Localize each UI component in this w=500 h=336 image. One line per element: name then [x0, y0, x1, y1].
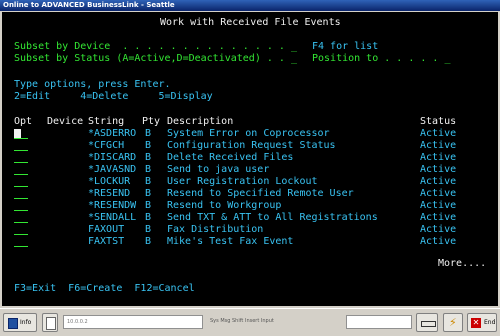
option-input[interactable] — [21, 189, 28, 199]
row-pty: B — [145, 224, 152, 235]
col-header-description: Description — [167, 116, 234, 127]
row-status: Active — [420, 200, 457, 211]
option-input[interactable] — [14, 237, 21, 247]
row-description: Resend to Workgroup — [167, 200, 282, 211]
option-input[interactable] — [21, 225, 28, 235]
option-input[interactable] — [14, 165, 21, 175]
option-input[interactable] — [21, 129, 28, 139]
row-status: Active — [420, 164, 457, 175]
row-pty: B — [145, 128, 152, 139]
keyboard-icon — [421, 321, 436, 327]
row-status: Active — [420, 212, 457, 223]
emulator-window: Online to ADVANCED BusinessLink - Seattl… — [0, 0, 500, 336]
status-bar: Info 10.0.0.2 Sys Msg Shift Insert Input… — [0, 308, 500, 336]
row-pty: B — [145, 164, 152, 175]
option-input[interactable] — [14, 189, 21, 199]
option-input[interactable] — [21, 177, 28, 187]
col-header-status: Status — [420, 116, 457, 127]
option-input[interactable] — [21, 237, 28, 247]
keyboard-indicators: Sys Msg Shift Insert Input — [210, 318, 274, 324]
col-header-opt: Opt — [14, 116, 33, 127]
row-status: Active — [420, 224, 457, 235]
keyboard-toggle-button[interactable] — [416, 313, 438, 332]
option-input[interactable] — [14, 201, 21, 211]
type-options-instruction: Type options, press Enter. — [14, 79, 171, 90]
option-input[interactable] — [21, 201, 28, 211]
row-string: *SENDALL — [88, 212, 137, 223]
cursor-position-field — [346, 315, 412, 329]
option-input[interactable] — [21, 153, 28, 163]
end-button[interactable]: ✕ End — [467, 313, 497, 332]
option-input[interactable] — [14, 153, 21, 163]
row-status: Active — [420, 188, 457, 199]
row-description: Configuration Request Status — [167, 140, 336, 151]
row-description: Mike's Test Fax Event — [167, 236, 294, 247]
row-description: Delete Received Files — [167, 152, 294, 163]
row-string: *RESEND — [88, 188, 131, 199]
col-header-device: Device — [47, 116, 84, 127]
close-icon: ✕ — [471, 318, 481, 328]
option-input[interactable] — [14, 129, 21, 139]
col-header-pty: Pty — [142, 116, 161, 127]
row-string: *ASDERRO — [88, 128, 137, 139]
row-description: System Error on Coprocessor — [167, 128, 330, 139]
row-string: *JAVASND — [88, 164, 137, 175]
screen-heading: Work with Received File Events — [160, 17, 341, 28]
option-input[interactable] — [14, 141, 21, 151]
row-status: Active — [420, 236, 457, 247]
info-icon — [8, 318, 18, 329]
row-pty: B — [145, 176, 152, 187]
info-button-label: Info — [20, 319, 32, 326]
info-button[interactable]: Info — [3, 313, 37, 332]
text-cursor — [14, 129, 21, 138]
row-status: Active — [420, 128, 457, 139]
position-to-label: Position to . . . . . _ — [312, 53, 451, 64]
options-legend: 2=Edit 4=Delete 5=Display — [14, 91, 213, 102]
row-string: *CFGCH — [88, 140, 125, 151]
subset-status-label: Subset by Status (A=Active,D=Deactivated… — [14, 53, 297, 64]
session-field[interactable]: 10.0.0.2 — [63, 315, 203, 329]
row-string: *DISCARD — [88, 152, 137, 163]
row-description: Resend to Specified Remote User — [167, 188, 354, 199]
row-string: *LOCKUR — [88, 176, 131, 187]
row-description: User Registration Lockout — [167, 176, 318, 187]
subset-device-label: Subset by Device . . . . . . . . . . . .… — [14, 41, 297, 52]
function-keys: F3=Exit F6=Create F12=Cancel — [14, 283, 195, 294]
row-pty: B — [145, 200, 152, 211]
row-string: *RESENDW — [88, 200, 137, 211]
option-input[interactable] — [14, 177, 21, 187]
row-pty: B — [145, 236, 152, 247]
option-input[interactable] — [14, 225, 21, 235]
row-pty: B — [145, 152, 152, 163]
row-description: Send TXT & ATT to All Registrations — [167, 212, 378, 223]
option-input[interactable] — [21, 141, 28, 151]
lightning-button[interactable]: ⚡ — [443, 313, 463, 332]
row-pty: B — [145, 212, 152, 223]
clipboard-button[interactable] — [42, 313, 58, 332]
option-input[interactable] — [21, 165, 28, 175]
f4-hint: F4 for list — [312, 41, 379, 52]
option-input[interactable] — [21, 213, 28, 223]
window-title: Online to ADVANCED BusinessLink - Seattl… — [0, 0, 500, 11]
terminal-screen[interactable]: Work with Received File Events Subset by… — [2, 12, 498, 306]
row-string: FAXTST — [88, 236, 125, 247]
lightning-icon: ⚡ — [449, 316, 457, 329]
row-pty: B — [145, 140, 152, 151]
col-header-string: String — [88, 116, 125, 127]
row-status: Active — [420, 140, 457, 151]
clipboard-icon — [46, 317, 56, 330]
row-status: Active — [420, 176, 457, 187]
more-indicator: More.... — [438, 258, 487, 269]
row-status: Active — [420, 152, 457, 163]
end-button-label: End — [484, 319, 496, 326]
row-description: Fax Distribution — [167, 224, 264, 235]
row-string: FAXOUT — [88, 224, 125, 235]
option-input[interactable] — [14, 213, 21, 223]
row-description: Send to java user — [167, 164, 270, 175]
row-pty: B — [145, 188, 152, 199]
